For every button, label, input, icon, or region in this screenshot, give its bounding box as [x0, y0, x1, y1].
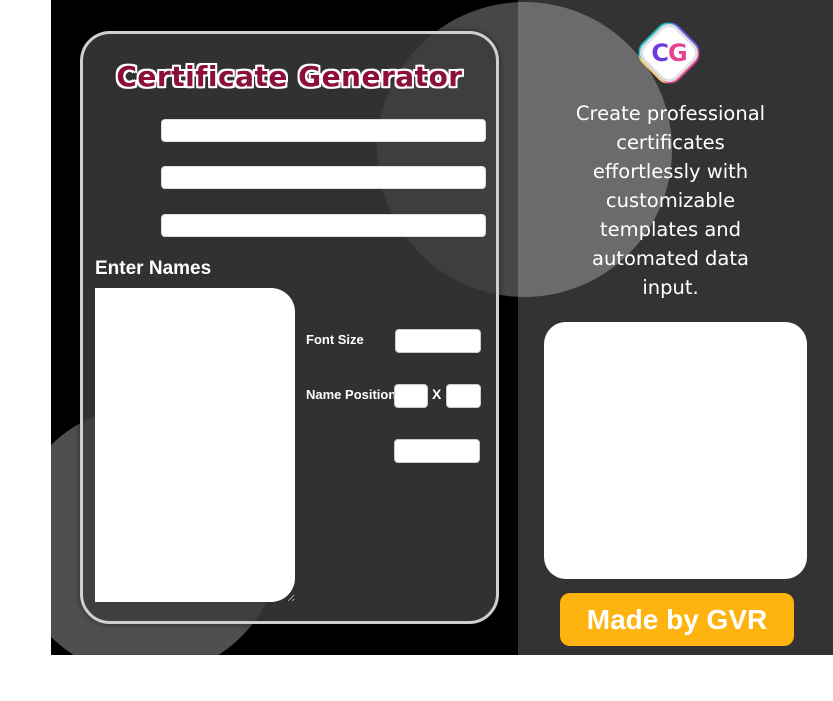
text-field-1[interactable] — [161, 119, 486, 142]
app-container: Certificate Generator Enter Names Font S… — [51, 0, 833, 655]
generator-card: Certificate Generator Enter Names Font S… — [80, 31, 499, 624]
position-separator: X — [432, 386, 442, 402]
logo-letter-g: G — [667, 39, 688, 67]
page-title: Certificate Generator — [116, 60, 463, 93]
font-size-input[interactable] — [395, 329, 481, 353]
position-y-input[interactable] — [446, 384, 481, 408]
text-field-2[interactable] — [161, 166, 486, 189]
name-position-label: Name Position — [306, 387, 397, 402]
generate-button[interactable] — [394, 439, 480, 463]
position-x-input[interactable] — [394, 384, 428, 408]
certificate-preview — [544, 322, 807, 579]
made-by-badge: Made by GVR — [560, 593, 794, 646]
logo-letter-c: C — [651, 39, 669, 67]
app-description: Create professional certificates effortl… — [575, 102, 766, 299]
logo-text: CG — [645, 29, 693, 77]
text-field-3[interactable] — [161, 214, 486, 237]
enter-names-label: Enter Names — [95, 258, 212, 279]
font-size-label: Font Size — [306, 332, 364, 347]
names-textarea[interactable] — [95, 288, 295, 602]
